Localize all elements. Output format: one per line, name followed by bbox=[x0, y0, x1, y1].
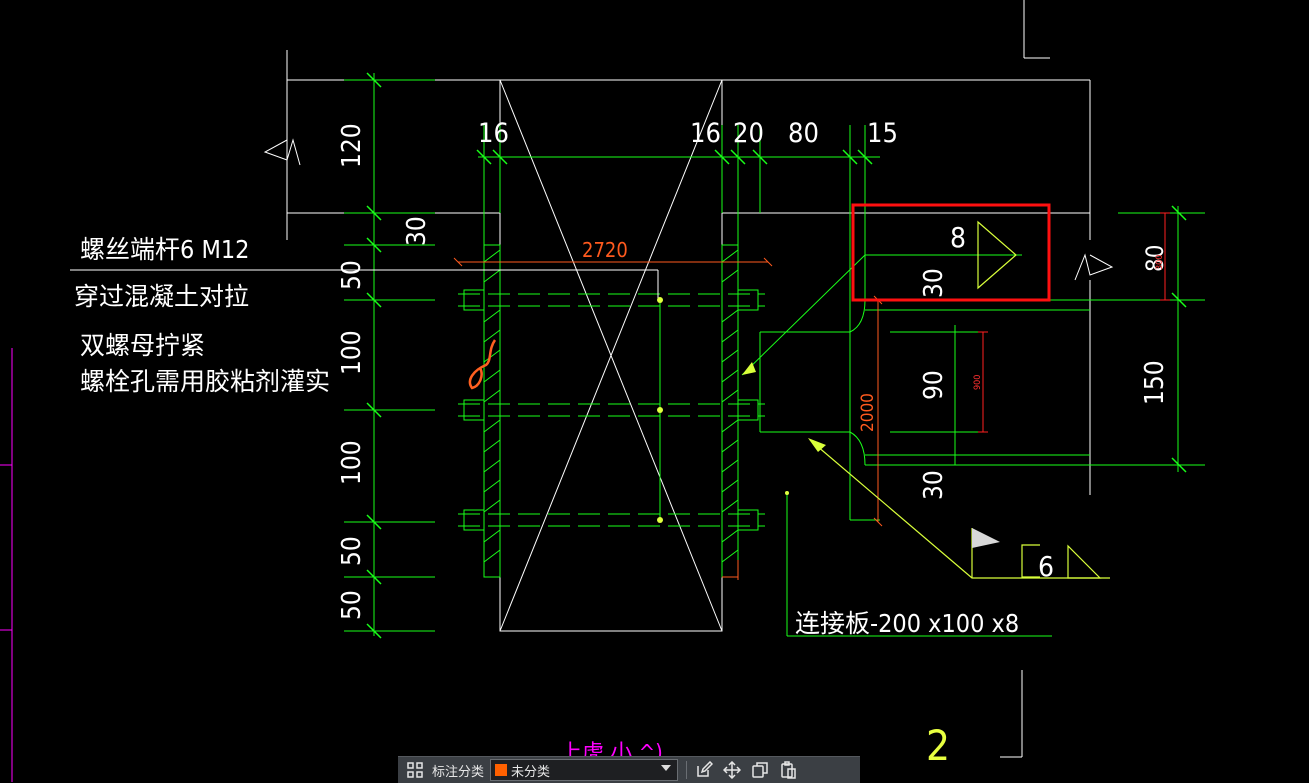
dim-left-100a: 100 bbox=[337, 330, 367, 375]
dim-right-300: 300 bbox=[1155, 255, 1165, 270]
dim-top-15: 15 bbox=[867, 118, 898, 149]
toolbar-divider bbox=[686, 761, 688, 779]
chevron-down-icon bbox=[661, 765, 672, 771]
copy-icon[interactable] bbox=[749, 759, 771, 781]
concrete-outline bbox=[263, 0, 1114, 758]
dim-left-100b: 100 bbox=[337, 440, 367, 485]
dim-top-16a: 16 bbox=[478, 118, 509, 149]
paste-icon[interactable] bbox=[777, 759, 799, 781]
weld-symbols bbox=[809, 220, 1110, 579]
dim-top-16b: 16 bbox=[690, 118, 721, 149]
annotation-line-2: 穿过混凝土对拉 bbox=[74, 282, 249, 311]
category-label: 标注分类 bbox=[432, 764, 485, 780]
category-dropdown[interactable]: 未分类 bbox=[490, 759, 679, 781]
dim-top-80: 80 bbox=[788, 118, 819, 149]
annotation-toolbar: 标注分类 未分类 bbox=[398, 756, 860, 783]
annotation-line-3: 双螺母拧紧 bbox=[80, 331, 205, 360]
dim-30-upper: 30 bbox=[919, 268, 949, 298]
edit-icon[interactable] bbox=[693, 759, 715, 781]
dim-left-50c: 50 bbox=[337, 590, 367, 620]
freehand-mark bbox=[468, 339, 497, 390]
grid-icon[interactable] bbox=[404, 759, 426, 781]
dim-top-20: 20 bbox=[733, 118, 764, 149]
category-value: 未分类 bbox=[511, 764, 551, 780]
dim-left-120: 120 bbox=[337, 123, 367, 168]
section-number: 2 bbox=[926, 721, 950, 770]
dim-90: 90 bbox=[919, 370, 949, 400]
move-icon[interactable] bbox=[721, 759, 743, 781]
dim-900: 900 bbox=[973, 375, 983, 390]
dim-2000: 2000 bbox=[858, 393, 878, 432]
dim-2720: 2720 bbox=[582, 238, 628, 262]
category-color-swatch bbox=[495, 764, 508, 776]
cad-drawing-canvas[interactable]: 16 16 20 80 15 120 30 50 100 100 50 50 8… bbox=[0, 0, 1309, 782]
arrowhead bbox=[808, 438, 826, 452]
dim-left-50b: 50 bbox=[337, 536, 367, 566]
plate-label: 连接板-200 x100 x8 bbox=[795, 609, 1019, 638]
dim-right-150: 150 bbox=[1140, 360, 1170, 405]
weld-size-6: 6 bbox=[1038, 550, 1054, 583]
dim-left-50a: 50 bbox=[337, 260, 367, 290]
annotation-line-4: 螺栓孔需用胶粘剂灌实 bbox=[80, 367, 330, 396]
site-weld-flag-icon bbox=[972, 528, 1000, 548]
node-dots bbox=[657, 297, 789, 523]
dim-left-30: 30 bbox=[402, 216, 432, 246]
dim-30-lower: 30 bbox=[919, 470, 949, 500]
annotation-line-1: 螺丝端杆6 M12 bbox=[80, 235, 249, 264]
weld-size-8: 8 bbox=[950, 221, 966, 254]
